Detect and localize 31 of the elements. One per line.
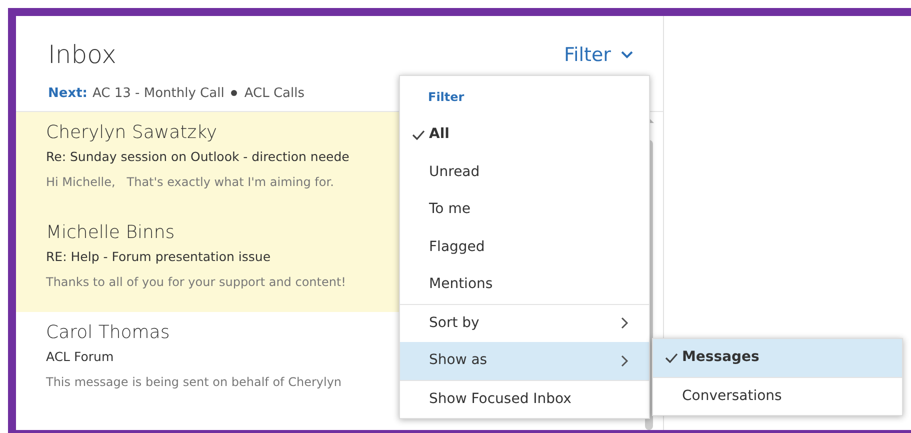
menu-item[interactable]: Conversations: [653, 378, 902, 415]
chevron-right-icon: [621, 317, 629, 330]
message-preview: Thanks to all of you for your support and content!: [46, 274, 346, 292]
check-icon: [664, 352, 678, 363]
menu-item[interactable]: Show Focused Inbox: [400, 380, 649, 418]
calendar-name: ACL Calls: [244, 84, 304, 102]
filter-button[interactable]: Filter: [564, 40, 633, 69]
menu-item[interactable]: Show as: [400, 342, 649, 380]
sender-name: Michelle Binns: [46, 221, 175, 244]
menu-item[interactable]: Unread: [400, 154, 649, 191]
menu-item[interactable]: Flagged: [400, 228, 649, 266]
menu-item[interactable]: Mentions: [400, 266, 649, 304]
sender-name: Cherylyn Sawatzky: [46, 121, 218, 144]
bullet-icon: [231, 90, 238, 96]
menu-item[interactable]: Messages: [653, 339, 902, 376]
next-event[interactable]: AC 13 - Monthly Call: [92, 84, 224, 103]
check-icon: [412, 130, 424, 140]
message-subject: ACL Forum: [46, 348, 114, 366]
message-preview: Hi Michelle, That's exactly what I'm aiming for.: [46, 174, 334, 192]
inbox-title: Inbox: [48, 39, 116, 71]
chevron-icon: [621, 50, 633, 59]
message-subject: Re: Sunday session on Outlook - direction neede: [46, 148, 350, 166]
menu-item[interactable]: All: [400, 116, 649, 154]
sender-name: Carol Thomas: [46, 321, 170, 344]
menu-item[interactable]: Sort by: [400, 304, 649, 342]
next-label: Next:: [48, 84, 88, 102]
menu-heading: Filter: [427, 89, 466, 106]
menu-item[interactable]: To me: [400, 191, 649, 228]
chevron-right-icon: [621, 354, 629, 367]
message-subject: RE: Help - Forum presentation issue: [46, 248, 271, 266]
message-preview: This message is being sent on behalf of Cherylyn: [46, 374, 342, 392]
